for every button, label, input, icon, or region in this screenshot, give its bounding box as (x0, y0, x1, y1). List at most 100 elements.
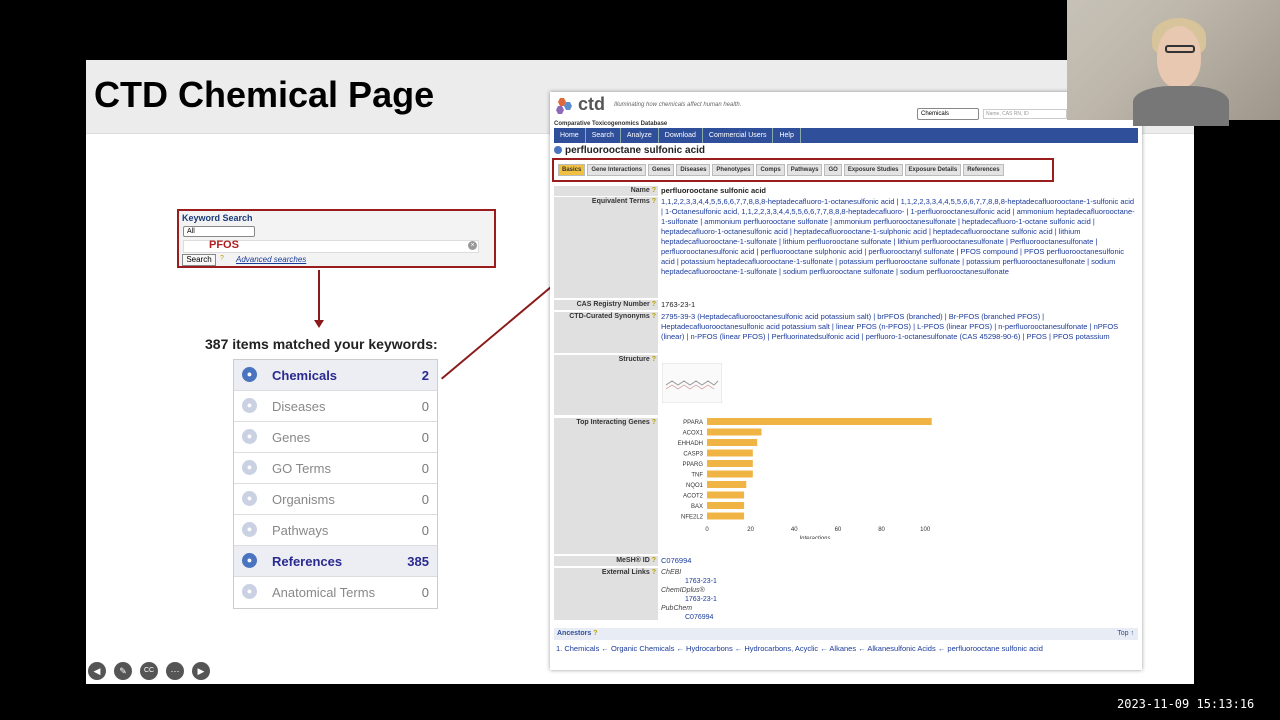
gene-bar[interactable] (707, 428, 762, 436)
ctd-search-input[interactable]: Name, CAS RN, ID (983, 109, 1067, 119)
label-external-links: External Links ? (554, 568, 658, 620)
chemical-title: perfluorooctane sulfonic acid (554, 145, 705, 156)
ctd-subtitle: Comparative Toxicogenomics Database (554, 121, 668, 127)
prev-icon[interactable]: ◀ (88, 662, 106, 680)
external-source: PubChem (661, 605, 693, 612)
next-icon[interactable]: ▶ (192, 662, 210, 680)
label-mesh: MeSH® ID ? (554, 556, 658, 566)
x-tick-label: 0 (705, 527, 709, 533)
search-button[interactable]: Search (182, 254, 216, 266)
gene-label: PPARG (682, 462, 703, 468)
gene-bar[interactable] (707, 449, 753, 457)
result-count: 0 (421, 492, 429, 507)
clear-icon[interactable]: × (468, 241, 477, 250)
slide-title: CTD Chemical Page (94, 74, 435, 115)
chemical-icon (554, 146, 562, 154)
ctd-tagline: Illuminating how chemicals affect human … (614, 102, 742, 108)
nav-help[interactable]: Help (773, 128, 801, 143)
result-row-diseases[interactable]: ● Diseases 0 (234, 391, 437, 422)
organism-icon: ● (242, 491, 257, 506)
result-row-anatomical-terms[interactable]: ● Anatomical Terms 0 (234, 577, 437, 608)
gene-label: TNF (691, 473, 703, 479)
label-external-text: External Links (601, 569, 650, 576)
tab-comps[interactable]: Comps (756, 164, 785, 176)
x-tick-label: 20 (747, 527, 754, 533)
result-count: 385 (407, 554, 429, 569)
tab-pathways[interactable]: Pathways (786, 164, 823, 176)
result-row-organisms[interactable]: ● Organisms 0 (234, 484, 437, 515)
more-icon[interactable]: ⋯ (166, 662, 184, 680)
x-axis-label: Interactions (799, 536, 830, 539)
tab-exposure-studies[interactable]: Exposure Studies (843, 164, 903, 176)
synonyms-value: 2795-39-3 (Heptadecafluorooctanesulfonic… (661, 312, 1119, 341)
label-cas: CAS Registry Number ? (554, 300, 658, 310)
label-top-genes-text: Top Interacting Genes (576, 419, 650, 426)
ancestors-path[interactable]: 1. Chemicals ← Organic Chemicals ← Hydro… (556, 644, 1136, 654)
label-mesh-text: MeSH® ID (616, 557, 650, 564)
tab-diseases[interactable]: Diseases (676, 164, 711, 176)
presenter-face (1157, 26, 1201, 88)
result-count: 0 (421, 461, 429, 476)
results-summary: 387 items matched your keywords: (205, 336, 438, 352)
gene-bar[interactable] (707, 439, 758, 446)
result-label: GO Terms (272, 461, 331, 476)
tab-gene-interactions[interactable]: Gene Interactions (587, 164, 647, 176)
webcam-video (1067, 0, 1280, 126)
gene-bar[interactable] (707, 460, 753, 467)
label-name-text: Name (630, 187, 650, 194)
gene-label: ACOT2 (683, 494, 704, 500)
ctd-search-scope[interactable]: Chemicals (917, 108, 979, 120)
gene-bar[interactable] (707, 512, 745, 520)
nav-analyze[interactable]: Analyze (621, 128, 659, 143)
external-id[interactable]: 1763-23-1 (661, 595, 1135, 604)
label-equivalent-terms: Equivalent Terms ? (554, 197, 658, 298)
result-count: 2 (421, 368, 429, 383)
tab-exposure-details[interactable]: Exposure Details (904, 164, 962, 176)
top-genes-chart: PPARA ACOX1 EHHADH CASP3 PPARG TNF NQO1 ACOT2 BA… (678, 418, 932, 539)
cc-icon[interactable]: CC (140, 662, 158, 680)
gene-label: EHHADH (678, 441, 703, 447)
nav-home[interactable]: Home (554, 128, 586, 143)
pen-icon[interactable]: ✎ (114, 662, 132, 680)
tab-genes[interactable]: Genes (648, 164, 675, 176)
gene-bar[interactable] (707, 491, 745, 499)
help-icon[interactable]: ? (220, 255, 224, 262)
nav-search[interactable]: Search (586, 128, 621, 143)
gene-bar[interactable] (707, 502, 745, 509)
external-id[interactable]: 1763-23-1 (661, 577, 1135, 586)
gene-bar[interactable] (707, 481, 747, 488)
nav-download[interactable]: Download (659, 128, 703, 143)
tab-phenotypes[interactable]: Phenotypes (712, 164, 755, 176)
result-row-pathways[interactable]: ● Pathways 0 (234, 515, 437, 546)
tab-basics[interactable]: Basics (558, 164, 586, 176)
presentation-controls: ◀ ✎ CC ⋯ ▶ (88, 662, 210, 680)
tab-go[interactable]: GO (824, 164, 842, 176)
result-label: References (272, 554, 343, 569)
keyword-search-title: Keyword Search (182, 213, 253, 223)
ancestors-bar: Ancestors ? (554, 628, 1138, 640)
ctd-logo[interactable]: ctd (578, 94, 605, 115)
external-id[interactable]: C076994 (661, 613, 1135, 622)
x-tick-label: 40 (791, 527, 798, 533)
result-count: 0 (421, 430, 429, 445)
result-row-go-terms[interactable]: ● GO Terms 0 (234, 453, 437, 484)
top-link[interactable]: Top ↑ (1117, 628, 1134, 640)
mesh-value[interactable]: C076994 (661, 556, 1135, 566)
label-cas-text: CAS Registry Number (576, 301, 650, 308)
gene-label: NFE2L2 (681, 515, 704, 521)
ctd-nav: Home Search Analyze Download Commercial … (554, 128, 1138, 143)
nav-commercial-users[interactable]: Commercial Users (703, 128, 774, 143)
result-row-genes[interactable]: ● Genes 0 (234, 422, 437, 453)
equivalent-terms-value: 1,1,2,2,3,3,4,4,5,5,6,6,7,7,8,8,8-heptad… (661, 197, 1135, 276)
label-top-genes: Top Interacting Genes ? (554, 418, 658, 554)
result-row-references[interactable]: ● References 385 (234, 546, 437, 577)
gene-bar[interactable] (707, 470, 753, 478)
tab-references[interactable]: References (963, 164, 1004, 176)
presenter-body (1133, 86, 1229, 126)
search-scope-select[interactable]: All (183, 226, 255, 237)
result-row-chemicals[interactable]: ● Chemicals 2 (234, 360, 437, 391)
advanced-searches-link[interactable]: Advanced searches (236, 255, 306, 264)
chemical-structure-image[interactable] (662, 363, 722, 403)
gene-bar[interactable] (707, 418, 932, 425)
external-source: ChemIDplus® (661, 587, 705, 594)
